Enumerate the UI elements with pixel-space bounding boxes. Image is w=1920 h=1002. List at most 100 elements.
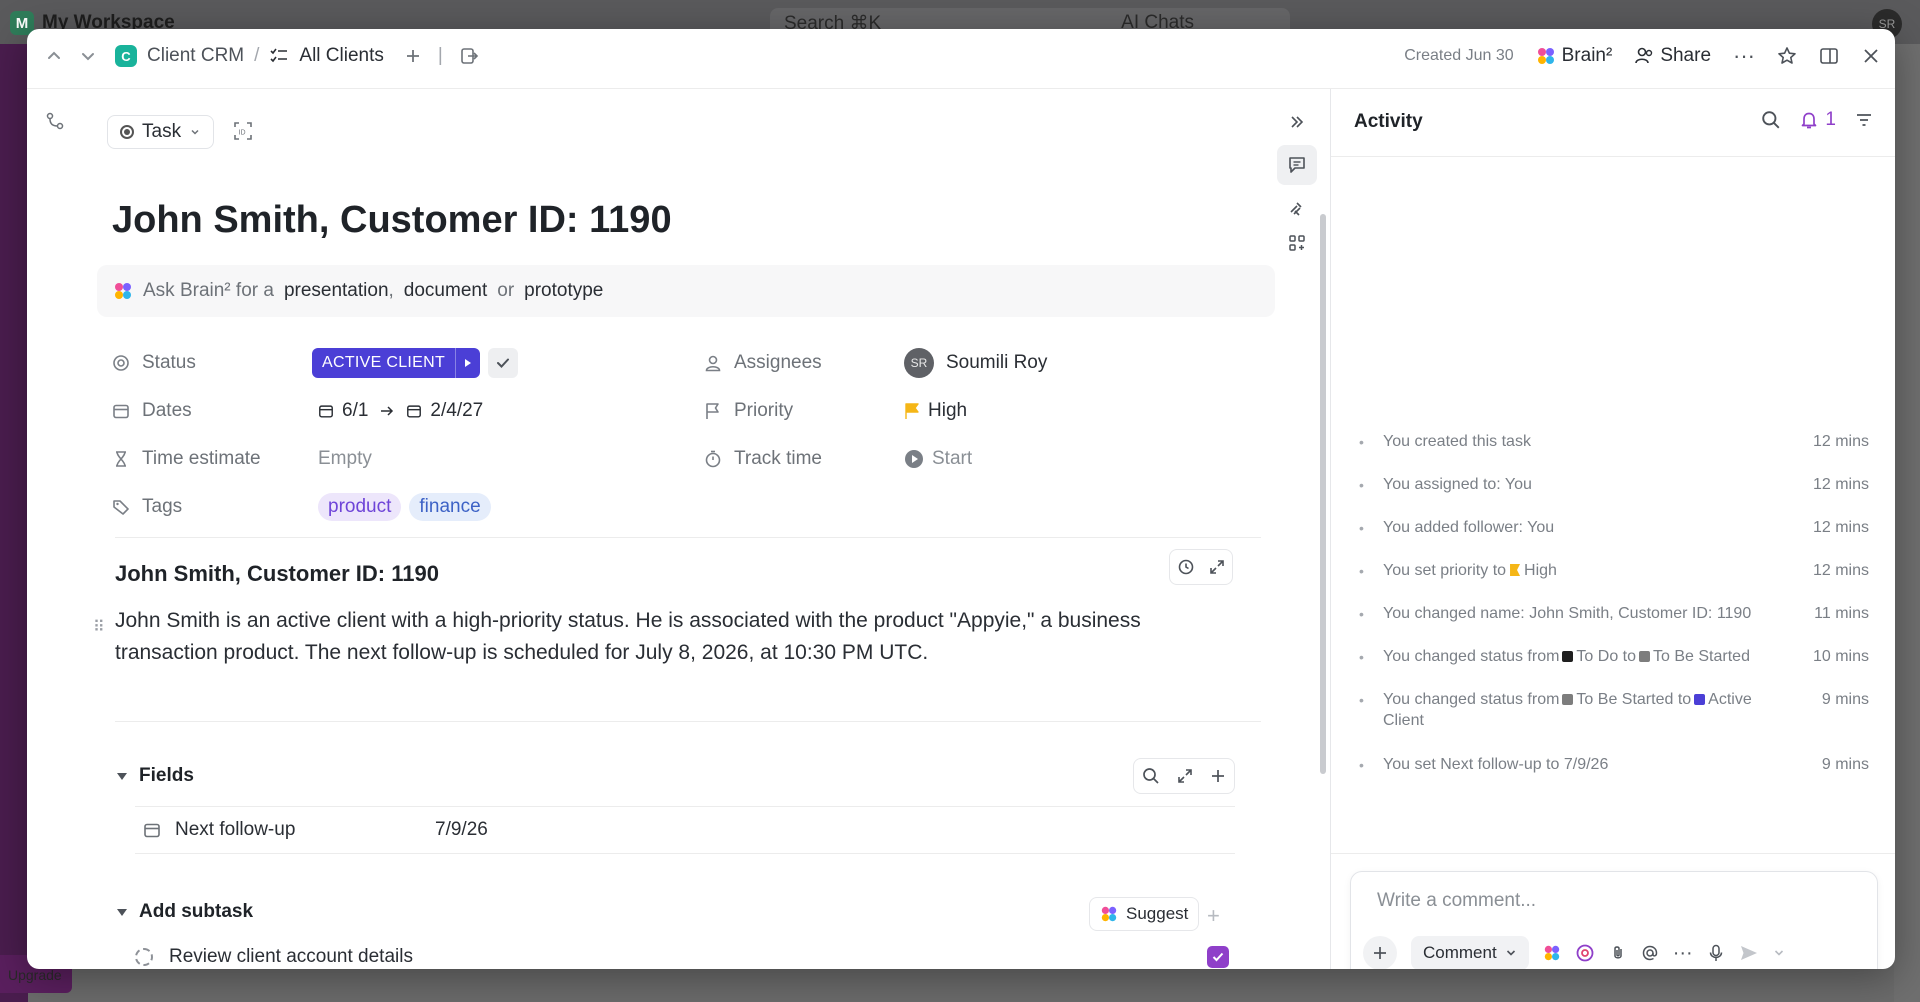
breadcrumb-space[interactable]: Client CRM <box>147 45 244 67</box>
activity-text: You changed status from To Do to To Be Sta… <box>1383 646 1783 668</box>
field-value[interactable]: 7/9/26 <box>435 819 488 841</box>
user-icon <box>704 354 722 372</box>
subtask-row[interactable]: Review client account details <box>127 935 1235 969</box>
fields-toolbar <box>1133 758 1235 794</box>
star-icon[interactable] <box>1777 46 1797 66</box>
microphone-icon[interactable] <box>1707 944 1725 962</box>
notifications-button[interactable]: 1 <box>1799 109 1836 131</box>
start-timer-button[interactable]: Start <box>904 448 972 470</box>
task-type-selector[interactable]: Task <box>107 115 215 149</box>
more-icon[interactable]: ··· <box>1733 43 1755 69</box>
share-label: Share <box>1660 45 1712 66</box>
activity-text-part: You set Next follow-up to <box>1383 756 1560 773</box>
mention-icon[interactable] <box>1641 944 1659 962</box>
share-icon <box>1634 46 1654 66</box>
brain-icon[interactable] <box>1543 944 1561 962</box>
comments-tab-icon[interactable] <box>1277 145 1317 185</box>
field-row[interactable]: Next follow-up 7/9/26 <box>135 806 1235 854</box>
tag-chip[interactable]: finance <box>409 493 491 521</box>
comment-input[interactable]: Write a comment... <box>1377 890 1536 912</box>
activity-status-from: To Be Started <box>1576 691 1674 708</box>
brain-option-document[interactable]: document <box>404 280 487 302</box>
filter-icon[interactable] <box>1854 110 1874 130</box>
status-badge[interactable]: ACTIVE CLIENT <box>312 348 481 378</box>
expand-icon[interactable] <box>1177 768 1193 784</box>
time-estimate-value[interactable]: Empty <box>318 448 372 470</box>
due-date: 2/4/27 <box>430 400 484 421</box>
brain-option-presentation[interactable]: presentation, <box>284 280 394 302</box>
chevron-up-icon[interactable] <box>45 47 63 65</box>
status-next-icon[interactable] <box>455 348 480 378</box>
integrations-icon[interactable] <box>1287 199 1307 219</box>
activity-status-to: To Be Started <box>1653 648 1750 665</box>
stopwatch-icon <box>704 450 722 468</box>
flag-icon <box>904 402 920 420</box>
ask-brain-bar[interactable]: Ask Brain² for a presentation, document … <box>97 265 1275 317</box>
complete-status-button[interactable] <box>488 348 519 378</box>
property-track-time: Track time Start <box>704 439 972 479</box>
activity-time: 9 mins <box>1821 756 1869 773</box>
activity-panel: Activity 1 • You created this task 12 mi… <box>1330 89 1895 969</box>
subtask-checkbox[interactable] <box>1207 945 1229 968</box>
tag-chip[interactable]: product <box>318 493 402 521</box>
activity-text: You set priority to High <box>1383 560 1783 582</box>
share-button[interactable]: Share <box>1634 45 1711 67</box>
comment-type-dropdown[interactable]: Comment <box>1411 936 1529 969</box>
drag-handle-icon[interactable]: ⠿ <box>93 617 105 637</box>
start-calendar-icon <box>318 403 334 419</box>
suggest-button[interactable]: Suggest <box>1089 897 1200 931</box>
activity-text: You assigned to: You <box>1383 476 1532 493</box>
task-title[interactable]: John Smith, Customer ID: 1190 <box>112 199 672 242</box>
priority-text: High <box>928 400 968 421</box>
close-icon[interactable] <box>1861 46 1881 66</box>
activity-time: 11 mins <box>1814 605 1869 622</box>
divider <box>115 721 1261 722</box>
bullet-icon: • <box>1359 520 1364 536</box>
activity-text: You changed name: John Smith, Customer I… <box>1383 605 1752 622</box>
collapse-panel-icon[interactable] <box>1288 113 1306 131</box>
chevron-down-icon[interactable] <box>1773 947 1785 959</box>
history-icon[interactable] <box>1177 558 1195 576</box>
property-label: Tags <box>112 496 312 518</box>
subtask-section-toggle[interactable]: Add subtask <box>117 901 253 923</box>
search-icon[interactable] <box>1761 110 1781 130</box>
plus-icon[interactable] <box>404 47 422 65</box>
comment-composer[interactable]: Write a comment... Comment ··· <box>1350 871 1878 969</box>
assignee-value[interactable]: SR Soumili Roy <box>904 348 1047 378</box>
tags-value: product finance <box>318 493 491 521</box>
brain-option-presentation-label: presentation <box>283 280 389 301</box>
paperclip-icon[interactable] <box>1609 944 1627 962</box>
divider: | <box>437 45 443 66</box>
brain-button[interactable]: Brain² <box>1536 45 1612 67</box>
task-type-icon <box>120 125 134 139</box>
svg-text:ID: ID <box>239 130 246 137</box>
property-time-estimate: Time estimate Empty <box>112 439 372 479</box>
fields-section-toggle[interactable]: Fields <box>117 765 194 787</box>
ai-mention-icon[interactable] <box>1575 943 1595 963</box>
description-heading[interactable]: John Smith, Customer ID: 1190 <box>115 561 439 587</box>
main-scrollbar[interactable] <box>1320 214 1326 774</box>
task-id-icon[interactable]: ID <box>232 120 254 142</box>
activity-item: • You changed status from To Be Started t… <box>1359 689 1869 731</box>
brain-option-prototype[interactable]: prototype <box>524 280 603 302</box>
description-body[interactable]: John Smith is an active client with a hi… <box>115 605 1245 669</box>
breadcrumb-list[interactable]: All Clients <box>299 45 383 67</box>
due-calendar-icon <box>406 403 422 419</box>
more-icon[interactable]: ··· <box>1673 942 1693 965</box>
send-icon[interactable] <box>1739 943 1759 963</box>
chevron-down-icon <box>1505 947 1517 959</box>
priority-value[interactable]: High <box>904 400 967 422</box>
property-priority: Priority High <box>704 391 967 431</box>
sidebar-layout-icon[interactable] <box>1819 46 1839 66</box>
move-task-icon[interactable] <box>459 46 479 66</box>
add-attachment-button[interactable] <box>1363 936 1397 969</box>
add-subtask-plus-icon[interactable]: + <box>1207 903 1220 929</box>
plus-icon[interactable] <box>1210 768 1226 784</box>
chevron-down-icon[interactable] <box>79 47 97 65</box>
search-icon[interactable] <box>1142 767 1160 785</box>
start-timer-label: Start <box>932 448 973 469</box>
expand-icon[interactable] <box>1209 559 1225 575</box>
subtask-status-icon[interactable] <box>135 947 153 966</box>
apps-icon[interactable] <box>1287 233 1307 253</box>
dates-value[interactable]: 6/1 2/4/27 <box>318 400 483 422</box>
